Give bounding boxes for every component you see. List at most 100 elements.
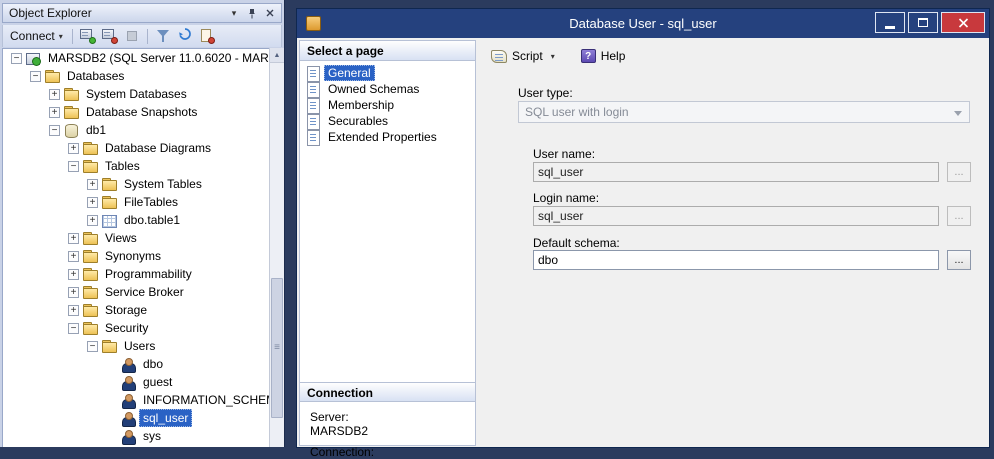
tree-item-label: Views bbox=[101, 229, 141, 247]
expand-toggle-icon[interactable]: − bbox=[68, 323, 79, 334]
expand-toggle-icon[interactable]: + bbox=[68, 269, 79, 280]
auto-hide-pin-icon[interactable] bbox=[243, 5, 261, 21]
filter-button[interactable] bbox=[153, 26, 173, 46]
expand-toggle-icon[interactable]: − bbox=[30, 71, 41, 82]
connect-button[interactable]: Connect ▾ bbox=[6, 27, 67, 45]
tree-item-label: Database Diagrams bbox=[101, 139, 215, 157]
object-explorer-title: Object Explorer bbox=[9, 6, 225, 20]
expand-toggle-icon[interactable]: + bbox=[68, 287, 79, 298]
expand-toggle-icon[interactable]: + bbox=[49, 107, 60, 118]
tree-item-label: sql_user bbox=[139, 409, 192, 427]
tree-item-label: Database Snapshots bbox=[82, 103, 201, 121]
expand-toggle-icon[interactable]: − bbox=[68, 161, 79, 172]
window-position-chevron-icon[interactable]: ▾ bbox=[225, 5, 243, 21]
help-button[interactable]: ? Help bbox=[576, 46, 631, 66]
expand-toggle-icon[interactable]: + bbox=[68, 143, 79, 154]
page-item-owned-schemas[interactable]: Owned Schemas bbox=[300, 81, 475, 97]
dialog-toolbar: Script ▾ ? Help bbox=[486, 46, 630, 66]
expand-toggle-icon[interactable]: + bbox=[87, 215, 98, 226]
tree-item[interactable]: + Views bbox=[3, 229, 270, 247]
page-item-membership[interactable]: Membership bbox=[300, 97, 475, 113]
page-icon bbox=[305, 98, 322, 113]
tree-item[interactable]: dbo bbox=[3, 355, 270, 373]
tree-item[interactable]: +System Databases bbox=[3, 85, 270, 103]
tree-item[interactable]: + Service Broker bbox=[3, 283, 270, 301]
tree-item[interactable]: −Databases bbox=[3, 67, 270, 85]
close-button[interactable] bbox=[941, 12, 985, 33]
expand-toggle-icon[interactable]: + bbox=[49, 89, 60, 100]
tree-item[interactable]: +Synonyms bbox=[3, 247, 270, 265]
page-item-label: Securables bbox=[324, 113, 392, 129]
reports-button[interactable] bbox=[197, 26, 217, 46]
expand-toggle-icon[interactable]: + bbox=[68, 305, 79, 316]
tree-item[interactable]: +System Tables bbox=[3, 175, 270, 193]
expand-toggle-icon[interactable]: − bbox=[11, 53, 22, 64]
table-icon bbox=[101, 213, 118, 228]
tree-item[interactable]: +dbo.table1 bbox=[3, 211, 270, 229]
folder-icon bbox=[82, 249, 99, 264]
expand-toggle-icon[interactable]: + bbox=[68, 233, 79, 244]
tree-item[interactable]: +FileTables bbox=[3, 193, 270, 211]
dialog-titlebar[interactable]: Database User - sql_user bbox=[297, 9, 989, 38]
close-icon bbox=[958, 18, 969, 28]
user-type-select[interactable]: SQL user with login bbox=[518, 101, 970, 123]
scroll-up-icon[interactable]: ▲ bbox=[270, 48, 284, 63]
expand-toggle-icon[interactable]: − bbox=[87, 341, 98, 352]
connection-label: Connection: bbox=[310, 445, 465, 459]
page-item-extended-properties[interactable]: Extended Properties bbox=[300, 129, 475, 145]
tree-item[interactable]: INFORMATION_SCHEMA bbox=[3, 391, 270, 409]
connect-object-button[interactable] bbox=[78, 26, 98, 46]
user-name-browse-button[interactable]: ... bbox=[947, 162, 971, 182]
expand-toggle-icon[interactable]: + bbox=[68, 251, 79, 262]
minimize-button[interactable] bbox=[875, 12, 905, 33]
user-icon bbox=[120, 429, 137, 444]
indent-spacer bbox=[106, 364, 120, 365]
default-schema-input[interactable] bbox=[533, 250, 939, 270]
user-type-value: SQL user with login bbox=[525, 105, 629, 119]
login-name-input[interactable] bbox=[533, 206, 939, 226]
window-controls bbox=[875, 12, 985, 33]
object-explorer-titlebar[interactable]: Object Explorer ▾ bbox=[2, 3, 282, 23]
page-item-general[interactable]: General bbox=[300, 65, 475, 81]
tree-item[interactable]: + Database Snapshots bbox=[3, 103, 270, 121]
tree-item-label: dbo bbox=[139, 355, 167, 373]
tree-item-label: Service Broker bbox=[101, 283, 188, 301]
login-name-browse-button[interactable]: ... bbox=[947, 206, 971, 226]
tree-item[interactable]: +Storage bbox=[3, 301, 270, 319]
tree-item[interactable]: + Database Diagrams bbox=[3, 139, 270, 157]
filter-icon bbox=[153, 26, 173, 46]
object-explorer-panel: Object Explorer ▾ Connect ▾ bbox=[0, 0, 285, 447]
stop-button[interactable] bbox=[122, 26, 142, 46]
expand-toggle-icon[interactable]: − bbox=[49, 125, 60, 136]
tree-item[interactable]: +Programmability bbox=[3, 265, 270, 283]
script-dropdown-icon[interactable]: ▾ bbox=[551, 52, 555, 61]
tree-item[interactable]: − Users bbox=[3, 337, 270, 355]
refresh-button[interactable] bbox=[175, 26, 195, 46]
tree-item-label: INFORMATION_SCHEMA bbox=[139, 391, 270, 409]
indent-spacer bbox=[106, 436, 120, 437]
tree-item-label: MARSDB2 (SQL Server 11.0.6020 - MARSD bbox=[44, 49, 270, 67]
tree-item[interactable]: −Tables bbox=[3, 157, 270, 175]
close-panel-icon[interactable] bbox=[261, 5, 279, 21]
default-schema-browse-button[interactable]: ... bbox=[947, 250, 971, 270]
maximize-button[interactable] bbox=[908, 12, 938, 33]
page-item-securables[interactable]: Securables bbox=[300, 113, 475, 129]
tree-item[interactable]: −db1 bbox=[3, 121, 270, 139]
tree-item[interactable]: sys bbox=[3, 427, 270, 445]
default-schema-label: Default schema: bbox=[533, 236, 620, 250]
expand-toggle-icon[interactable]: + bbox=[87, 179, 98, 190]
disconnect-button[interactable] bbox=[100, 26, 120, 46]
script-button[interactable]: Script ▾ bbox=[486, 46, 560, 66]
tree-item[interactable]: −Security bbox=[3, 319, 270, 337]
toolbar-separator bbox=[72, 29, 73, 44]
tree-item[interactable]: − MARSDB2 (SQL Server 11.0.6020 - MARSD bbox=[3, 49, 270, 67]
user-name-input[interactable] bbox=[533, 162, 939, 182]
tree-scrollbar[interactable]: ▲ ≡ bbox=[269, 48, 284, 447]
scrollbar-thumb[interactable]: ≡ bbox=[271, 278, 283, 418]
expand-toggle-icon[interactable]: + bbox=[87, 197, 98, 208]
tree-item[interactable]: guest bbox=[3, 373, 270, 391]
tree-item[interactable]: sql_user bbox=[3, 409, 270, 427]
dialog-main: Script ▾ ? Help User type: SQL user with… bbox=[478, 40, 988, 447]
help-icon: ? bbox=[581, 49, 596, 63]
tree-item-label: Users bbox=[120, 337, 159, 355]
